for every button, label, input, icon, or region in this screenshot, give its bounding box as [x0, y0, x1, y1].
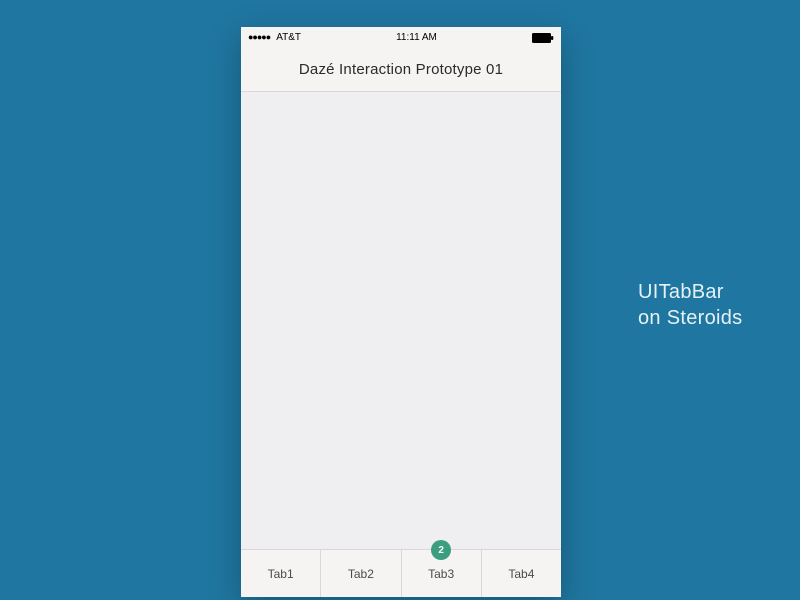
tab-1[interactable]: Tab1: [241, 550, 321, 597]
tab-label: Tab4: [508, 567, 534, 581]
status-right: [532, 33, 554, 43]
content-area: [241, 92, 561, 549]
tab-3[interactable]: 2 Tab3: [402, 550, 482, 597]
caption-line-2: on Steroids: [638, 305, 742, 331]
tab-2[interactable]: Tab2: [321, 550, 401, 597]
tab-label: Tab3: [428, 567, 454, 581]
tab-4[interactable]: Tab4: [482, 550, 561, 597]
carrier-label: AT&T: [276, 32, 301, 43]
tab-badge: 2: [431, 540, 451, 560]
status-bar: ●●●●● AT&T 11:11 AM: [241, 27, 561, 48]
caption-line-1: UITabBar: [638, 279, 742, 305]
page-title: Dazé Interaction Prototype 01: [299, 61, 503, 78]
tab-label: Tab1: [268, 567, 294, 581]
phone-mockup: ●●●●● AT&T 11:11 AM Dazé Interaction Pro…: [241, 27, 561, 597]
nav-bar: Dazé Interaction Prototype 01: [241, 48, 561, 92]
tab-bar: Tab1 Tab2 2 Tab3 Tab4: [241, 549, 561, 597]
status-time: 11:11 AM: [396, 32, 437, 43]
signal-dots-icon: ●●●●●: [248, 33, 270, 42]
status-left: ●●●●● AT&T: [248, 32, 301, 43]
battery-icon: [532, 33, 554, 43]
caption: UITabBar on Steroids: [638, 279, 742, 331]
tab-label: Tab2: [348, 567, 374, 581]
